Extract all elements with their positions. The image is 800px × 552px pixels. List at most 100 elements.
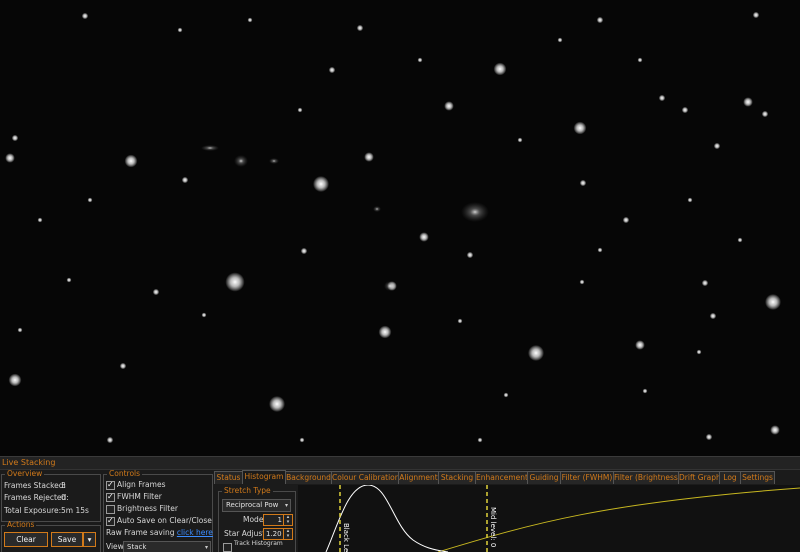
star: [364, 152, 374, 162]
star: [87, 197, 93, 203]
star: [66, 277, 72, 283]
star: [637, 57, 643, 63]
star: [300, 247, 308, 255]
star: [687, 197, 693, 203]
star: [152, 288, 160, 296]
tab-log[interactable]: Log: [719, 471, 741, 484]
star: [247, 17, 253, 23]
star: [696, 349, 702, 355]
star: [313, 176, 329, 192]
mid-level-label: Mid level: 0: [489, 507, 497, 547]
frames-rejected-label: Frames Rejected:: [4, 493, 69, 502]
star: [709, 312, 717, 320]
star: [681, 106, 689, 114]
star: [635, 340, 645, 350]
auto-save-label: Auto Save on Clear/Close: [117, 516, 212, 525]
tab-background[interactable]: Background: [285, 471, 332, 484]
checkmark-icon: ✓: [107, 480, 114, 489]
actions-legend: Actions: [7, 520, 35, 529]
star: [503, 392, 509, 398]
raw-frame-saving-link[interactable]: click here: [177, 528, 213, 537]
view-select-value: Stack: [127, 543, 147, 551]
live-stacking-panel: Live Stacking Overview Frames Stacked: 3…: [0, 456, 800, 552]
save-menu-button[interactable]: ▾: [83, 532, 96, 547]
mode-value: 1: [277, 516, 282, 524]
galaxy: [234, 155, 248, 167]
frames-stacked-value: 3: [61, 481, 66, 490]
star: [37, 217, 43, 223]
star: [528, 345, 544, 361]
star: [297, 107, 303, 113]
star: [417, 57, 423, 63]
star: [517, 137, 523, 143]
raw-frame-saving-label: Raw Frame saving click here: [106, 528, 213, 538]
tab-stacking[interactable]: Stacking: [438, 471, 476, 484]
star: [177, 27, 183, 33]
star: [579, 179, 587, 187]
star: [378, 325, 392, 339]
tab-enhancement[interactable]: Enhancement: [475, 471, 528, 484]
star: [477, 437, 483, 443]
tab-histogram[interactable]: Histogram: [242, 470, 286, 484]
star: [713, 142, 721, 150]
fwhm-filter-checkbox[interactable]: ✓: [106, 492, 115, 502]
star: [201, 312, 207, 318]
chevron-down-icon: ▾: [87, 535, 92, 544]
star: [119, 362, 127, 370]
star: [5, 153, 15, 163]
star: [701, 279, 709, 287]
star-adjust-label: Star Adjust: [224, 529, 266, 538]
star: [596, 16, 604, 24]
overview-legend: Overview: [7, 469, 43, 478]
view-select[interactable]: Stack ▾: [123, 541, 211, 552]
star: [124, 154, 138, 168]
galaxy: [461, 202, 489, 222]
tab-filter-brightness[interactable]: Filter (Brightness): [613, 471, 681, 484]
galaxy: [269, 158, 279, 164]
star: [770, 425, 780, 435]
auto-save-checkbox[interactable]: ✓: [106, 516, 115, 526]
star: [8, 373, 22, 387]
galaxy: [373, 206, 381, 212]
brightness-filter-label: Brightness Filter: [117, 504, 178, 513]
total-exposure-label: Total Exposure:: [4, 506, 62, 515]
tab-guiding[interactable]: Guiding: [527, 471, 561, 484]
star: [17, 327, 23, 333]
star: [622, 216, 630, 224]
tab-alignment[interactable]: Alignment: [398, 471, 439, 484]
align-frames-checkbox[interactable]: ✓: [106, 480, 115, 490]
star: [356, 24, 364, 32]
histogram-plot[interactable]: Black Level Mid level: 0: [298, 485, 800, 552]
star: [597, 247, 603, 253]
galaxy: [201, 145, 219, 151]
frames-stacked-label: Frames Stacked:: [4, 481, 67, 490]
star: [419, 232, 429, 242]
star: [579, 279, 585, 285]
star-adjust-spin-buttons[interactable]: ▴ ▾: [283, 528, 293, 540]
mode-spin-buttons[interactable]: ▴ ▾: [283, 514, 293, 526]
raw-frame-saving-text: Raw Frame saving: [106, 528, 175, 537]
track-histogram-label: Track Histogram: [234, 540, 283, 547]
star: [642, 388, 648, 394]
tab-settings[interactable]: Settings: [740, 471, 775, 484]
star: [557, 37, 563, 43]
brightness-filter-checkbox[interactable]: [106, 505, 115, 514]
star: [225, 272, 245, 292]
stacked-image-view[interactable]: [0, 0, 800, 456]
tab-drift-graph[interactable]: Drift Graph: [678, 471, 721, 484]
star: [106, 436, 114, 444]
star: [658, 94, 666, 102]
star: [81, 12, 89, 20]
tab-status[interactable]: Status: [214, 471, 243, 484]
mode-stepper[interactable]: 1: [263, 514, 285, 526]
star: [299, 437, 305, 443]
tab-filter-fwhm[interactable]: Filter (FWHM): [560, 471, 614, 484]
star: [743, 97, 753, 107]
star: [457, 318, 463, 324]
stretch-type-value: Reciprocal Pow: [226, 501, 279, 509]
save-button[interactable]: Save: [51, 532, 83, 547]
tab-colour-calibration[interactable]: Colour Calibration: [331, 471, 400, 484]
clear-button[interactable]: Clear: [4, 532, 48, 547]
star: [444, 101, 454, 111]
stretch-type-select[interactable]: Reciprocal Pow ▾: [222, 499, 291, 512]
